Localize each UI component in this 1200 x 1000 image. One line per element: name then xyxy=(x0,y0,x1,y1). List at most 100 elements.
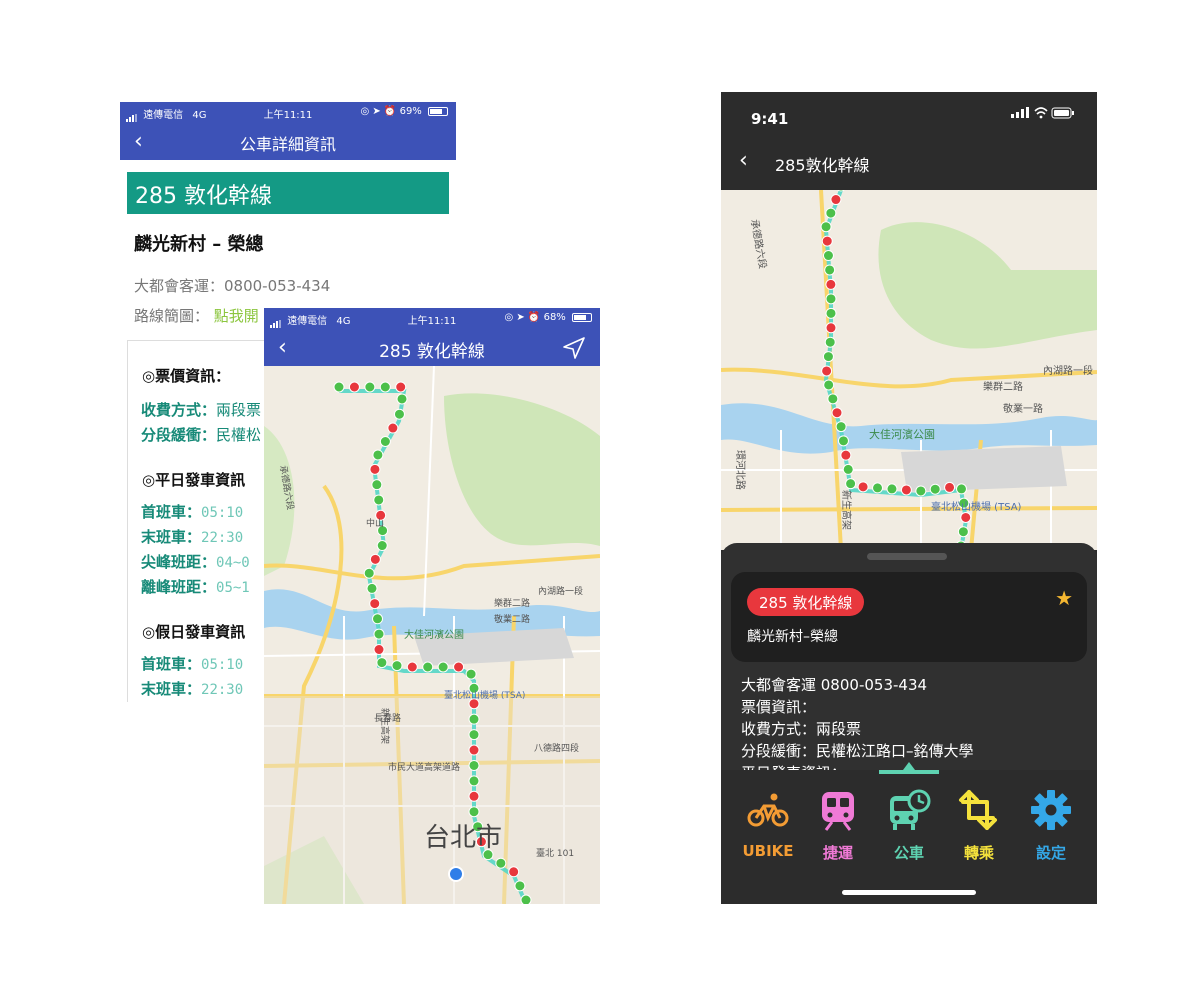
alarm-icon: ◎ ➤ ⏰ xyxy=(504,312,541,323)
bus-stop-pin[interactable] xyxy=(372,449,384,461)
weekday-key: 首班車： xyxy=(141,503,202,521)
tab-label: 捷運 xyxy=(822,844,853,862)
bus-stop-pin[interactable] xyxy=(369,553,381,565)
bus-stop-pin[interactable] xyxy=(825,293,837,305)
bus-stop-pin[interactable] xyxy=(835,421,847,433)
bus-stop-pin[interactable] xyxy=(391,660,403,672)
bus-stop-pin[interactable] xyxy=(333,381,345,393)
bus-stop-pin[interactable] xyxy=(820,221,832,233)
bus-stop-pin[interactable] xyxy=(955,483,967,495)
route-map-row: 路線簡圖： 點我開 xyxy=(134,305,259,326)
bus-stop-pin[interactable] xyxy=(825,322,837,334)
bus-stop-pin[interactable] xyxy=(379,435,391,447)
bus-stop-pin[interactable] xyxy=(468,775,480,787)
metro-icon xyxy=(822,792,854,831)
bus-stop-pin[interactable] xyxy=(929,483,941,495)
bus-stop-pin[interactable] xyxy=(468,790,480,802)
sheet-handle[interactable] xyxy=(867,553,947,560)
bus-stop-pin[interactable] xyxy=(406,661,418,673)
bus-stop-pin[interactable] xyxy=(379,381,391,393)
bus-stop-pin[interactable] xyxy=(348,381,360,393)
bus-stop-pin[interactable] xyxy=(422,661,434,673)
bus-stop-pin[interactable] xyxy=(960,511,972,523)
tab-ubike[interactable]: UBIKE xyxy=(733,788,803,860)
page-title: 285敦化幹線 xyxy=(775,156,870,175)
gear-icon xyxy=(1031,790,1071,830)
bus-stop-pin[interactable] xyxy=(363,567,375,579)
bus-stop-pin[interactable] xyxy=(845,478,857,490)
map-label-lequn: 樂群二路 xyxy=(494,597,530,609)
bus-stop-pin[interactable] xyxy=(366,582,378,594)
bus-stop-pin[interactable] xyxy=(827,393,839,405)
map-label-neihu: 內湖路一段 xyxy=(538,585,583,597)
navigate-icon[interactable] xyxy=(562,336,586,360)
bus-stop-pin[interactable] xyxy=(857,481,869,493)
bus-stop-pin[interactable] xyxy=(364,381,376,393)
tab-bus[interactable]: 公車 xyxy=(874,788,944,863)
company-phone: 大都會客運：0800-053-434 xyxy=(134,277,331,295)
bus-stop-pin[interactable] xyxy=(825,207,837,219)
bus-stop-pin[interactable] xyxy=(886,483,898,495)
bus-stop-pin[interactable] xyxy=(468,759,480,771)
bus-stop-pin[interactable] xyxy=(437,661,449,673)
bus-stop-pin[interactable] xyxy=(831,407,843,419)
bus-stop-pin[interactable] xyxy=(468,713,480,725)
bus-stop-pin[interactable] xyxy=(468,729,480,741)
bus-stop-pin[interactable] xyxy=(369,598,381,610)
bus-stop-pin[interactable] xyxy=(822,351,834,363)
holiday-row: 末班車：22:30 xyxy=(141,678,243,699)
tab-settings[interactable]: 設定 xyxy=(1016,788,1086,863)
bus-stop-pin[interactable] xyxy=(514,880,526,892)
route-card[interactable]: 285 敦化幹線 ★ 麟光新村–榮總 xyxy=(731,572,1087,662)
route-map-label: 路線簡圖： xyxy=(134,307,210,325)
bus-stop-pin[interactable] xyxy=(823,379,835,391)
bus-stop-pin[interactable] xyxy=(821,365,833,377)
tab-transfer[interactable]: 轉乘 xyxy=(944,788,1014,863)
route-map[interactable]: 大佳河濱公園 臺北松山機場 (TSA) 內湖路一段 樂群二路 敬業一路 承德路六… xyxy=(721,190,1097,550)
bus-stop-pin[interactable] xyxy=(453,661,465,673)
bus-stop-pin[interactable] xyxy=(822,250,834,262)
bus-stop-pin[interactable] xyxy=(824,336,836,348)
bus-stop-pin[interactable] xyxy=(495,857,507,869)
bus-stop-pin[interactable] xyxy=(369,463,381,475)
bus-stop-pin[interactable] xyxy=(508,866,520,878)
bus-stop-pin[interactable] xyxy=(465,668,477,680)
bus-stop-pin[interactable] xyxy=(825,307,837,319)
bus-stop-pin[interactable] xyxy=(915,485,927,497)
bus-stop-pin[interactable] xyxy=(387,422,399,434)
weekday-row: 末班車：22:30 xyxy=(141,526,243,547)
bus-stop-pin[interactable] xyxy=(840,449,852,461)
bus-stop-pin[interactable] xyxy=(373,643,385,655)
bus-stop-pin[interactable] xyxy=(957,526,969,538)
bike-icon xyxy=(747,793,789,827)
weekday-value: 22:30 xyxy=(201,530,244,546)
bus-stop-pin[interactable] xyxy=(468,806,480,818)
back-button[interactable]: ‹ xyxy=(739,148,748,173)
bus-stop-pin[interactable] xyxy=(373,494,385,506)
bus-stop-pin[interactable] xyxy=(376,657,388,669)
bus-stop-pin[interactable] xyxy=(842,463,854,475)
bus-stop-pin[interactable] xyxy=(824,264,836,276)
tab-metro[interactable]: 捷運 xyxy=(803,788,873,863)
bus-stop-pin[interactable] xyxy=(371,479,383,491)
bus-stop-pin[interactable] xyxy=(837,435,849,447)
bus-stop-pin[interactable] xyxy=(520,894,532,904)
holiday-section-title: ◎假日發車資訊 xyxy=(142,623,246,641)
star-icon[interactable]: ★ xyxy=(1055,586,1073,610)
bus-stop-pin[interactable] xyxy=(395,381,407,393)
bus-stop-pin[interactable] xyxy=(468,744,480,756)
bus-stop-pin[interactable] xyxy=(944,481,956,493)
bus-stop-pin[interactable] xyxy=(830,194,842,206)
route-map[interactable]: 大佳河濱公園 臺北松山機場 (TSA) 台北市 內湖路一段 樂群二路 敬業二路 … xyxy=(264,366,600,904)
bus-stop-pin[interactable] xyxy=(900,484,912,496)
bus-stop-pin[interactable] xyxy=(373,628,385,640)
bus-stop-pin[interactable] xyxy=(821,235,833,247)
bus-stop-pin[interactable] xyxy=(372,613,384,625)
bus-stop-pin[interactable] xyxy=(393,408,405,420)
bus-stop-pin[interactable] xyxy=(396,393,408,405)
bus-stop-pin[interactable] xyxy=(376,540,388,552)
route-map-link[interactable]: 點我開 xyxy=(214,307,259,325)
battery-icon xyxy=(572,312,592,322)
bus-stop-pin[interactable] xyxy=(825,278,837,290)
bus-stop-pin[interactable] xyxy=(872,482,884,494)
